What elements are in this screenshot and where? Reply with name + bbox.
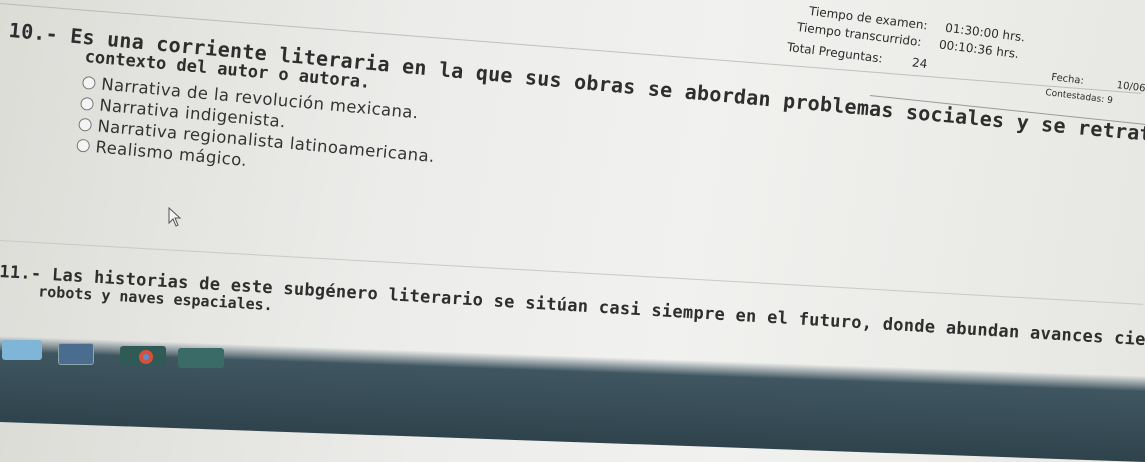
question-number: 11.-	[0, 262, 43, 285]
total-questions-value: 24	[911, 55, 929, 72]
total-questions-label: Total Preguntas:	[786, 40, 884, 66]
radio-button[interactable]	[81, 75, 97, 90]
radio-button[interactable]	[76, 138, 91, 153]
app-icon[interactable]	[178, 348, 224, 368]
exam-screen: Tiempo de examen: 01:30:00 hrs. Tiempo t…	[0, 0, 1145, 462]
radio-button[interactable]	[79, 96, 95, 111]
radio-button[interactable]	[78, 117, 93, 132]
question-number: 10.-	[7, 18, 60, 47]
word-icon[interactable]	[58, 343, 94, 365]
date-label: Fecha:	[1050, 72, 1085, 87]
chrome-icon[interactable]	[120, 346, 166, 366]
start-icon[interactable]	[2, 340, 42, 360]
mouse-cursor-icon	[168, 207, 182, 227]
